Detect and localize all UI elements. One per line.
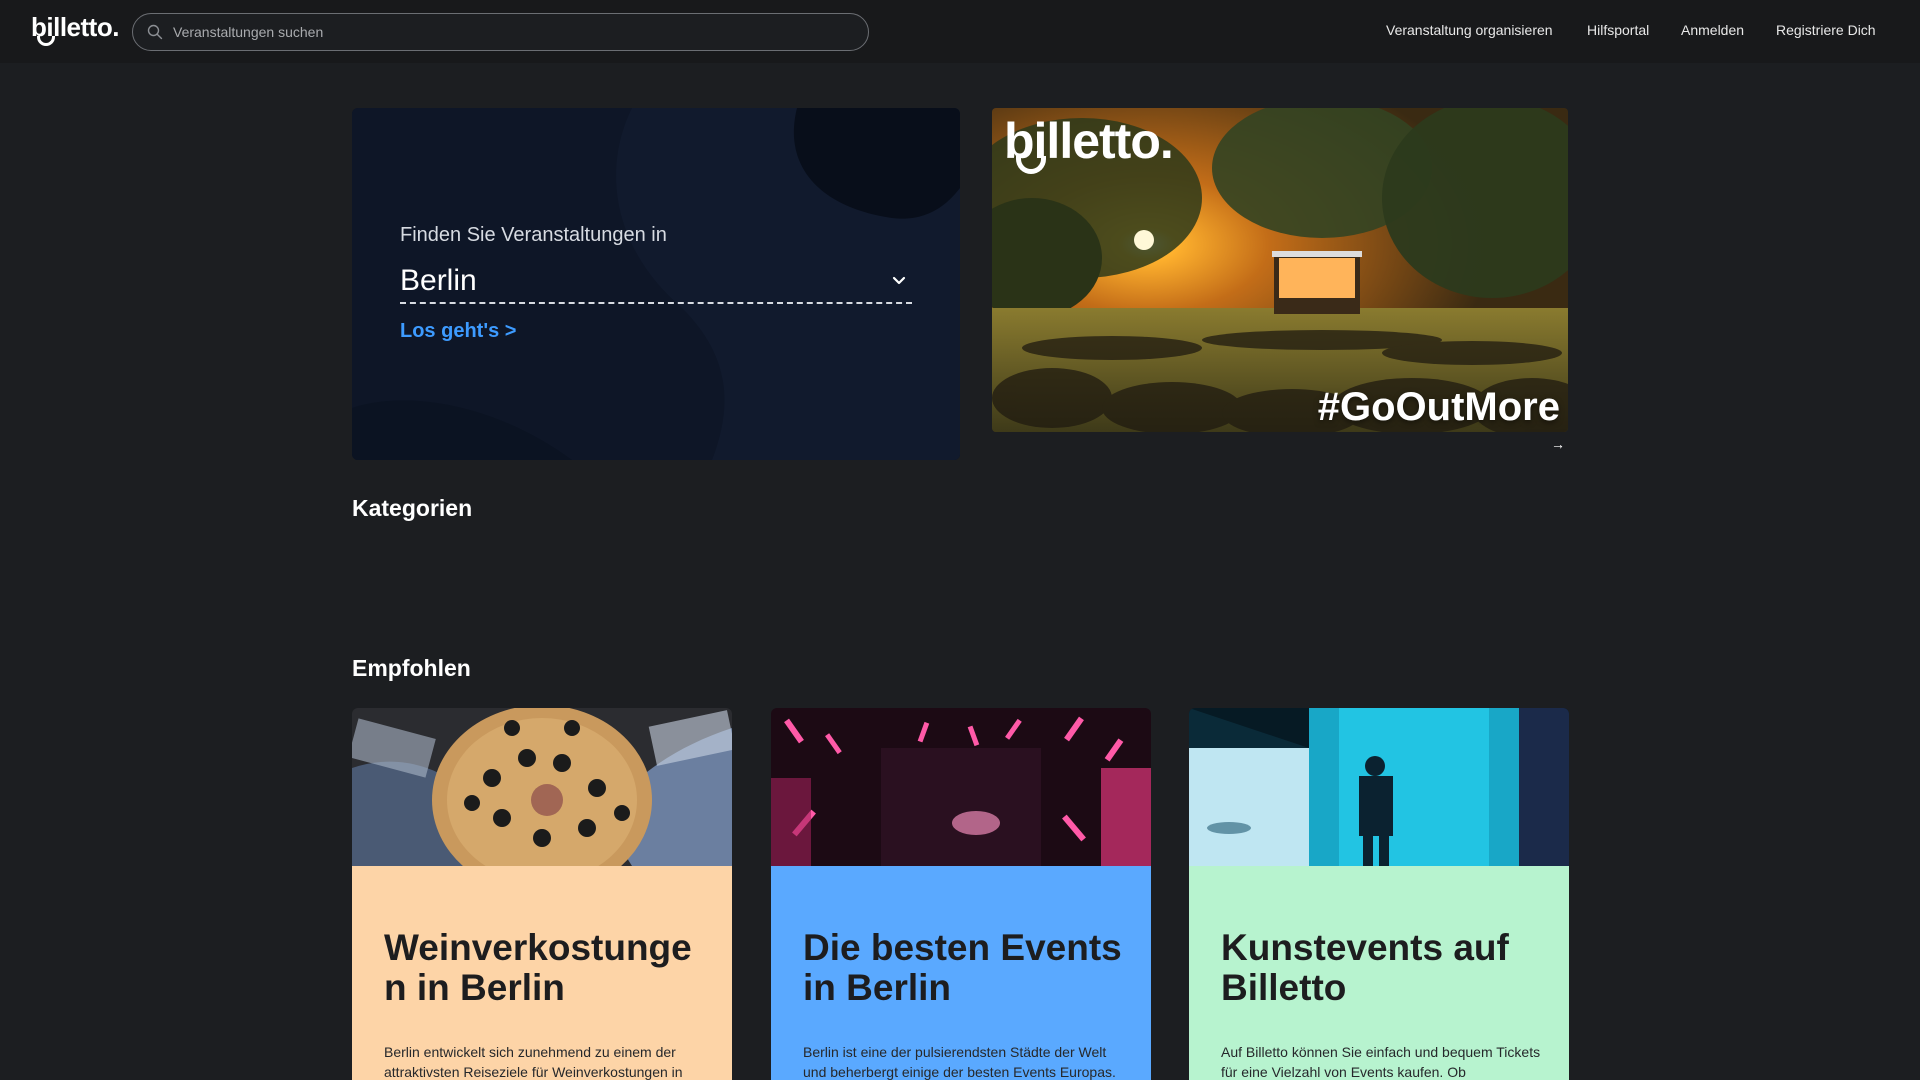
card-body: Weinverkostunge n in Berlin Berlin entwi… (352, 866, 732, 1080)
card-body: Die besten Events in Berlin Berlin ist e… (771, 866, 1151, 1080)
recommended-heading: Empfohlen (352, 655, 471, 681)
card-text: Berlin entwickelt sich zunehmend zu eine… (384, 1044, 683, 1080)
promo-banner[interactable]: billetto. #GoOutMore (992, 108, 1568, 432)
search-input[interactable] (173, 14, 853, 50)
card-text: Auf Billetto können Sie einfach und bequ… (1221, 1044, 1541, 1080)
search-box[interactable] (132, 13, 869, 51)
wine-tasting-image (352, 708, 732, 866)
event-finder-panel: Finden Sie Veranstaltungen in Berlin Los… (352, 108, 960, 460)
top-navbar: billetto. Veranstaltung organisieren Hil… (0, 0, 1920, 63)
card-text: Berlin ist eine der pulsierendsten Städt… (803, 1044, 1116, 1080)
banner-hashtag: #GoOutMore (1317, 385, 1560, 429)
finder-label: Finden Sie Veranstaltungen in (400, 224, 667, 246)
card-title: Weinverkostunge n in Berlin (384, 927, 692, 1008)
carousel-next-arrow[interactable]: → (1551, 436, 1565, 452)
best-events-image (771, 708, 1151, 866)
search-icon (147, 24, 163, 40)
categories-heading: Kategorien (352, 495, 473, 521)
billetto-logo[interactable]: billetto. (31, 10, 119, 50)
nav-organize-event-link[interactable]: Veranstaltung organisieren (1386, 22, 1553, 38)
card-art-events[interactable]: Kunstevents auf Billetto Auf Billetto kö… (1189, 708, 1569, 1080)
card-body: Kunstevents auf Billetto Auf Billetto kö… (1189, 866, 1569, 1080)
card-title: Kunstevents auf Billetto (1221, 927, 1509, 1008)
nav-login-link[interactable]: Anmelden (1681, 22, 1744, 38)
go-button[interactable]: Los geht's > (400, 320, 516, 343)
city-select[interactable]: Berlin (400, 256, 912, 304)
logo-smile-icon (37, 36, 55, 46)
card-title: Die besten Events in Berlin (803, 927, 1122, 1008)
art-events-image (1189, 708, 1569, 866)
nav-register-link[interactable]: Registriere Dich (1776, 22, 1876, 38)
card-wine-tasting[interactable]: Weinverkostunge n in Berlin Berlin entwi… (352, 708, 732, 1080)
chevron-down-icon (892, 276, 906, 285)
nav-help-portal-link[interactable]: Hilfsportal (1587, 22, 1649, 38)
card-best-events[interactable]: Die besten Events in Berlin Berlin ist e… (771, 708, 1151, 1080)
city-value: Berlin (400, 264, 477, 297)
